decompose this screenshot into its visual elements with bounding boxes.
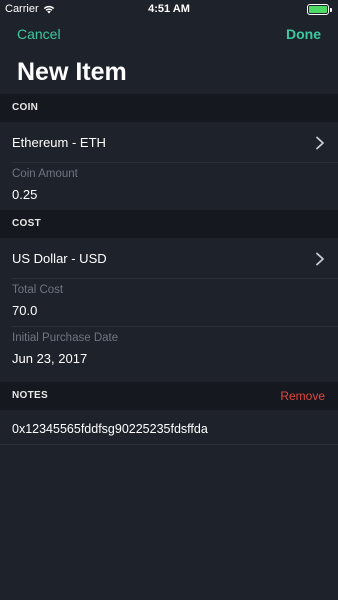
coin-selector-value: Ethereum - ETH (12, 135, 106, 150)
coin-selector-row[interactable]: Ethereum - ETH (0, 124, 338, 162)
battery-level (309, 6, 327, 13)
coin-amount-label: Coin Amount (12, 168, 78, 180)
purchase-date-field[interactable]: Initial Purchase Date Jun 23, 2017 (0, 327, 338, 375)
currency-selector-value: US Dollar - USD (12, 251, 107, 266)
status-bar: Carrier 4:51 AM (0, 0, 338, 20)
coin-amount-field[interactable]: Coin Amount 0.25 (0, 163, 338, 211)
notes-section-header: NOTES Remove (0, 382, 338, 410)
total-cost-input[interactable]: 70.0 (12, 303, 37, 318)
battery-icon (307, 4, 329, 15)
total-cost-label: Total Cost (12, 284, 64, 296)
notes-text[interactable]: 0x12345565fddfsg90225235fdsffda (12, 422, 208, 436)
purchase-date-label: Initial Purchase Date (12, 332, 119, 344)
status-time: 4:51 AM (148, 3, 190, 15)
currency-selector-row[interactable]: US Dollar - USD (0, 240, 338, 278)
page-title: New Item (17, 58, 127, 86)
coin-section-header: COIN (0, 94, 338, 122)
remove-button[interactable]: Remove (280, 382, 325, 410)
coin-section-title: COIN (12, 102, 39, 113)
battery-tip (330, 7, 332, 12)
chevron-right-icon (316, 252, 324, 266)
status-right (307, 4, 332, 15)
total-cost-field[interactable]: Total Cost 70.0 (0, 279, 338, 327)
divider (0, 444, 338, 445)
coin-amount-input[interactable]: 0.25 (12, 187, 37, 202)
cost-section-title: COST (12, 218, 41, 229)
done-button[interactable]: Done (286, 26, 321, 42)
screen: Carrier 4:51 AM Cancel Done New Item COI… (0, 0, 338, 600)
notes-section-title: NOTES (12, 390, 48, 401)
chevron-right-icon (316, 136, 324, 150)
cost-section-header: COST (0, 210, 338, 238)
purchase-date-value[interactable]: Jun 23, 2017 (12, 351, 87, 366)
cancel-button[interactable]: Cancel (17, 26, 61, 42)
